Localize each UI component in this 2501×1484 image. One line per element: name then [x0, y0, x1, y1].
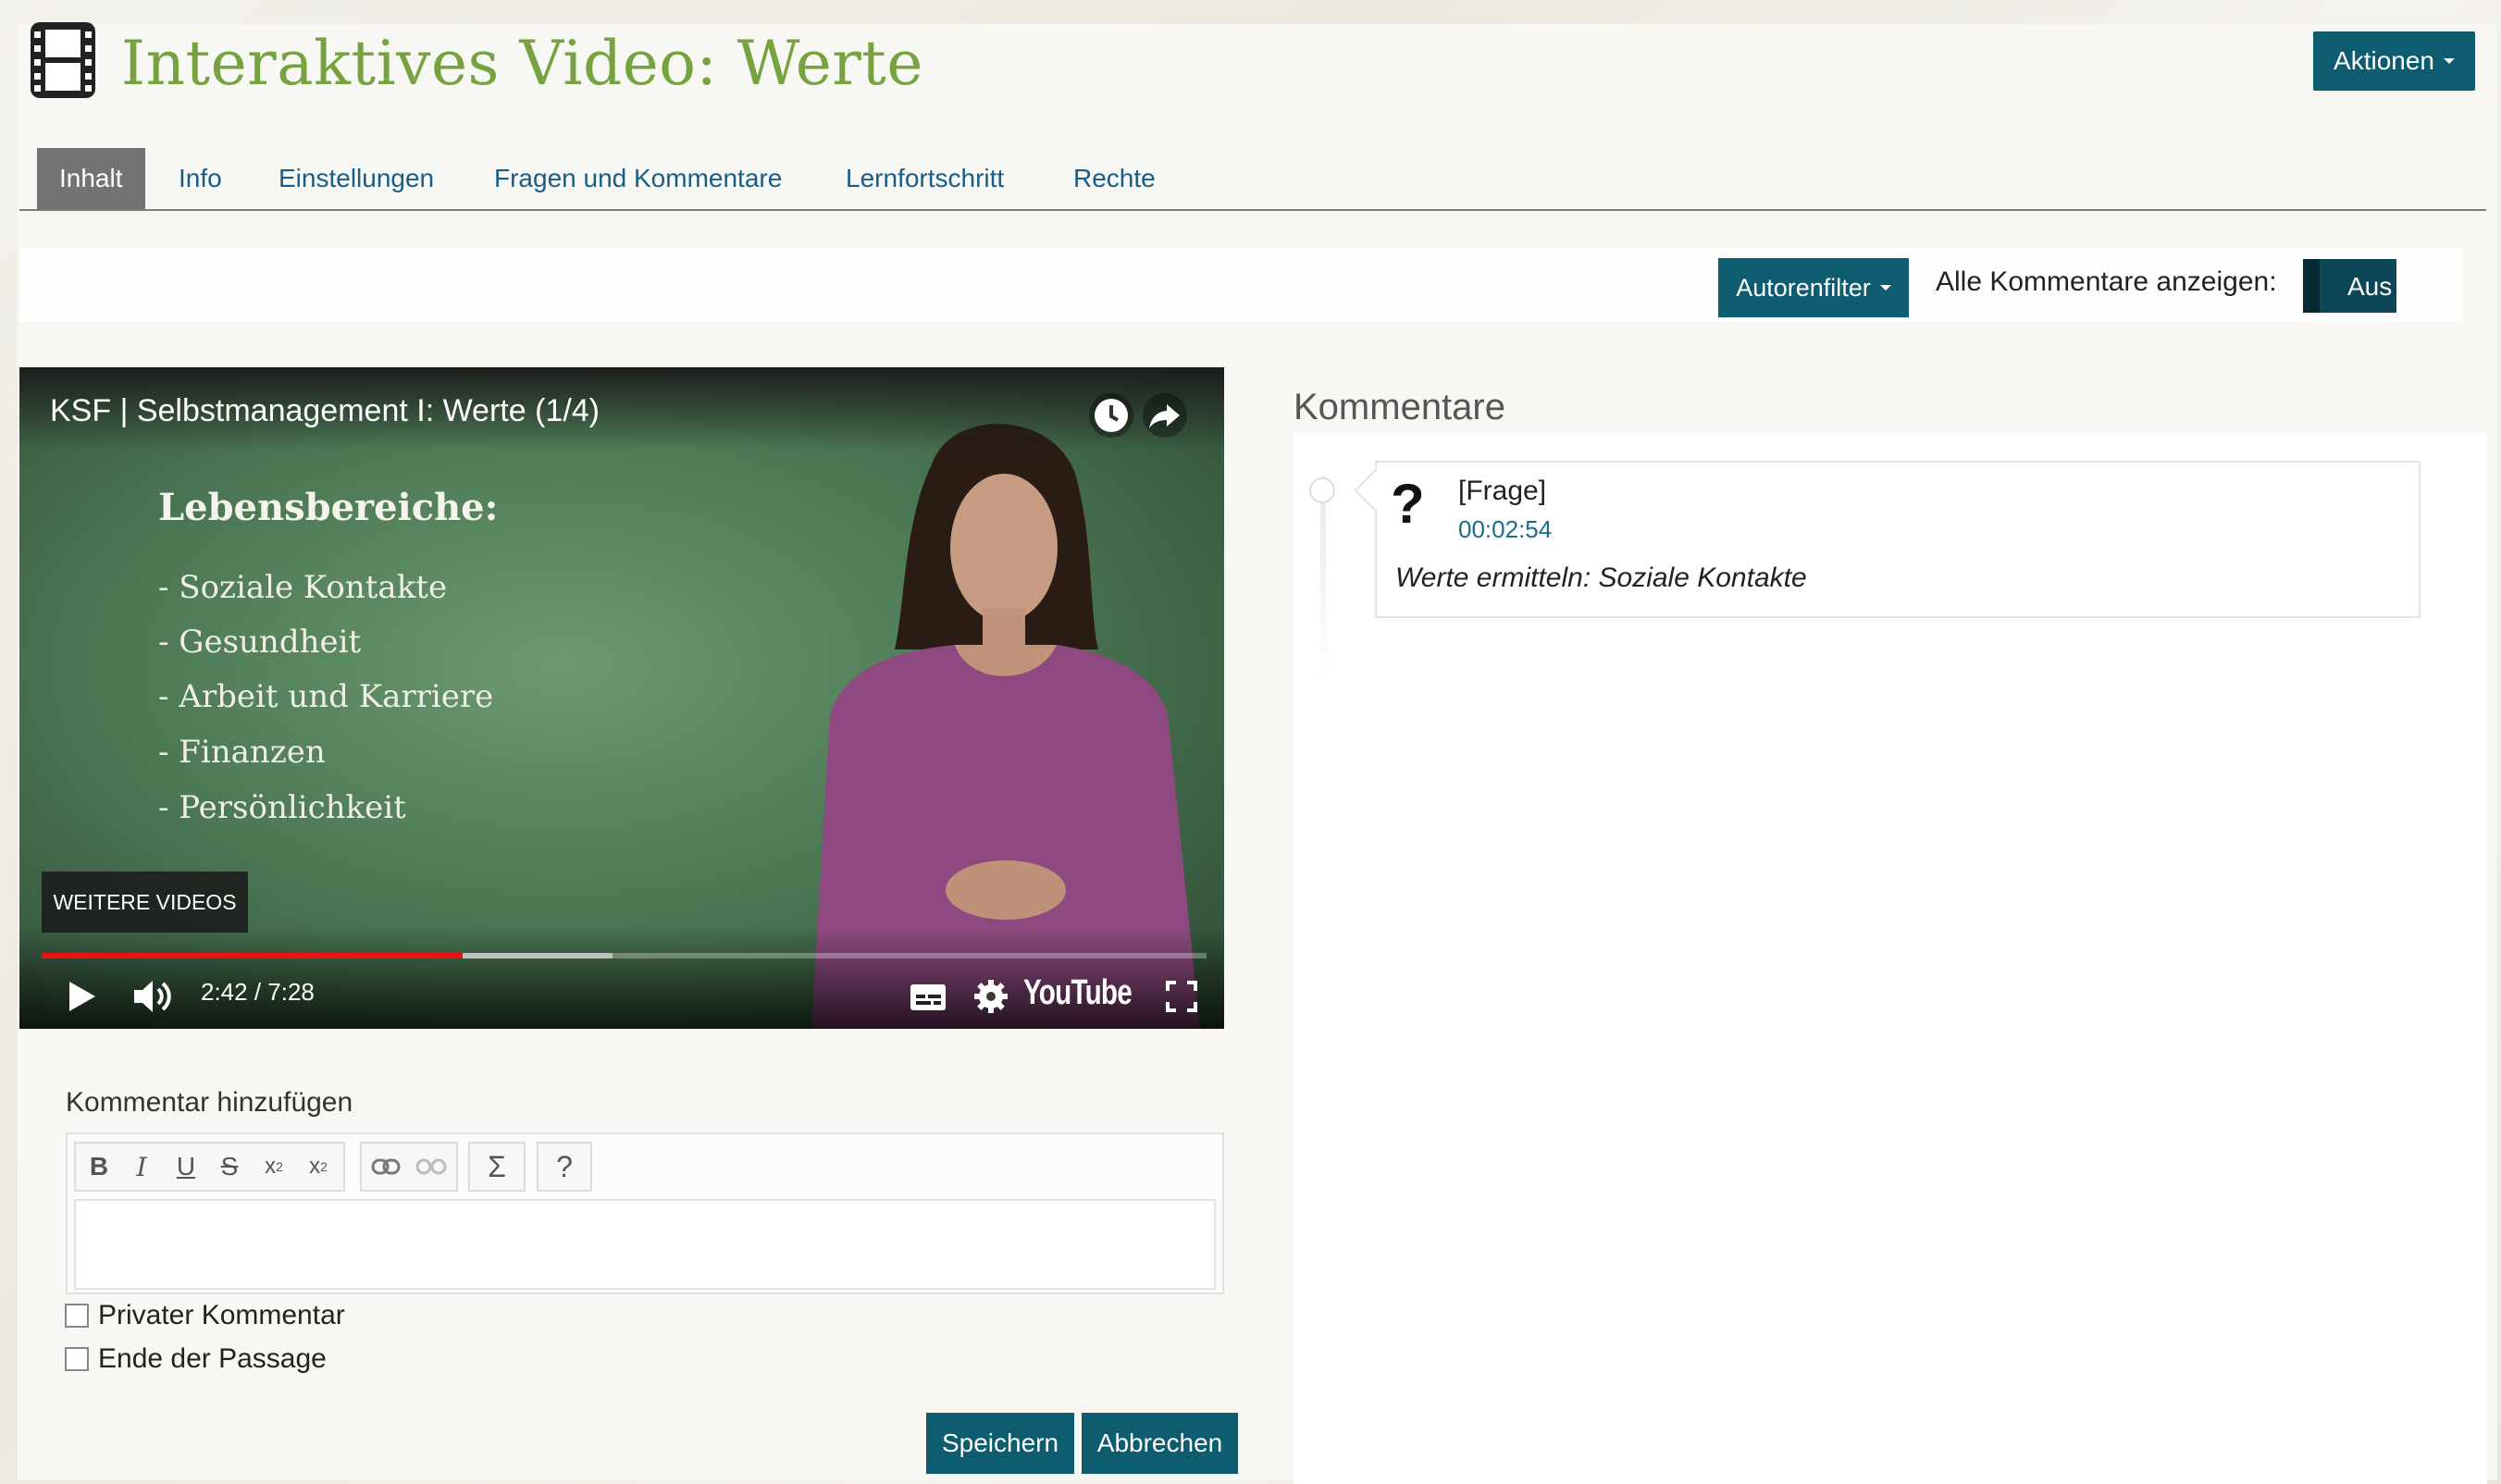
- slide-item: - Arbeit und Karriere: [158, 678, 494, 715]
- toggle-knob: [2303, 259, 2320, 313]
- comments-heading: Kommentare: [1294, 387, 1505, 427]
- end-of-passage-row: Ende der Passage: [65, 1343, 327, 1375]
- bold-icon[interactable]: B: [79, 1144, 119, 1190]
- tab-inhalt[interactable]: Inhalt: [37, 148, 145, 209]
- tab-einstellungen[interactable]: Einstellungen: [279, 148, 434, 209]
- video-player[interactable]: KSF | Selbstmanagement I: Werte (1/4) Le…: [19, 367, 1224, 1029]
- timeline-marker: [1309, 477, 1335, 503]
- save-button[interactable]: Speichern: [926, 1413, 1074, 1474]
- toggle-state-label: Aus: [2347, 272, 2393, 301]
- private-comment-label[interactable]: Privater Kommentar: [98, 1300, 345, 1331]
- strikethrough-icon[interactable]: S: [209, 1144, 250, 1190]
- fullscreen-icon[interactable]: [1165, 980, 1198, 1013]
- underline-icon[interactable]: U: [166, 1144, 206, 1190]
- actions-label: Aktionen: [2334, 46, 2434, 75]
- film-icon: [31, 22, 95, 98]
- tab-info[interactable]: Info: [179, 148, 222, 209]
- show-all-comments-toggle[interactable]: Aus: [2303, 259, 2396, 313]
- add-comment-label: Kommentar hinzufügen: [66, 1087, 353, 1118]
- cancel-button[interactable]: Abbrechen: [1082, 1413, 1238, 1474]
- comment-type: [Frage]: [1458, 476, 1547, 506]
- slide-item: - Persönlichkeit: [158, 789, 406, 826]
- slide-item: - Gesundheit: [158, 624, 362, 661]
- italic-icon[interactable]: I: [121, 1144, 162, 1190]
- sigma-icon[interactable]: Σ: [477, 1144, 517, 1190]
- tab-fragen-und-kommentare[interactable]: Fragen und Kommentare: [494, 148, 782, 209]
- video-progress-bar[interactable]: [42, 953, 1207, 958]
- play-icon[interactable]: [66, 978, 99, 1015]
- settings-gear-icon[interactable]: [972, 978, 1009, 1015]
- comment-timeline: [1320, 476, 1326, 685]
- share-icon[interactable]: [1143, 393, 1187, 438]
- private-comment-checkbox[interactable]: [65, 1304, 89, 1328]
- youtube-logo[interactable]: YouTube: [1023, 973, 1133, 1013]
- slide-item: - Finanzen: [158, 734, 326, 771]
- tab-bar: Inhalt Info Einstellungen Fragen und Kom…: [19, 148, 2486, 211]
- question-icon: ?: [1391, 473, 1425, 535]
- author-filter-label: Autorenfilter: [1736, 273, 1871, 302]
- video-title[interactable]: KSF | Selbstmanagement I: Werte (1/4): [50, 393, 600, 429]
- end-of-passage-checkbox[interactable]: [65, 1347, 89, 1371]
- comment-textarea[interactable]: [74, 1199, 1216, 1290]
- volume-icon[interactable]: [132, 978, 175, 1015]
- end-of-passage-label[interactable]: Ende der Passage: [98, 1343, 327, 1375]
- help-icon[interactable]: ?: [544, 1144, 585, 1190]
- actions-dropdown-button[interactable]: Aktionen: [2313, 31, 2475, 91]
- video-played-bar: [42, 953, 464, 958]
- subscript-icon[interactable]: x2: [254, 1144, 294, 1190]
- more-videos-button[interactable]: WEITERE VIDEOS: [42, 872, 248, 933]
- author-filter-button[interactable]: Autorenfilter: [1718, 258, 1909, 317]
- unlink-icon[interactable]: [410, 1155, 451, 1179]
- show-all-comments-label: Alle Kommentare anzeigen:: [1936, 266, 2277, 297]
- comment-timestamp-link[interactable]: 00:02:54: [1458, 515, 1552, 544]
- page-title: Interaktives Video: Werte: [121, 28, 923, 99]
- superscript-icon[interactable]: x2: [298, 1144, 339, 1190]
- link-icon[interactable]: [365, 1155, 406, 1179]
- tab-rechte[interactable]: Rechte: [1073, 148, 1156, 209]
- caret-down-icon: [1879, 285, 1891, 291]
- video-timecode: 2:42 / 7:28: [201, 978, 315, 1006]
- tab-lernfortschritt[interactable]: Lernfortschritt: [846, 148, 1004, 209]
- caret-down-icon: [2443, 58, 2455, 64]
- subtitles-icon[interactable]: [909, 982, 947, 1013]
- slide-item: - Soziale Kontakte: [158, 569, 448, 606]
- comment-text: Werte ermitteln: Soziale Kontakte: [1395, 563, 1807, 593]
- slide-heading: Lebensbereiche:: [158, 486, 499, 529]
- private-comment-row: Privater Kommentar: [65, 1300, 345, 1331]
- watch-later-icon[interactable]: [1089, 393, 1133, 438]
